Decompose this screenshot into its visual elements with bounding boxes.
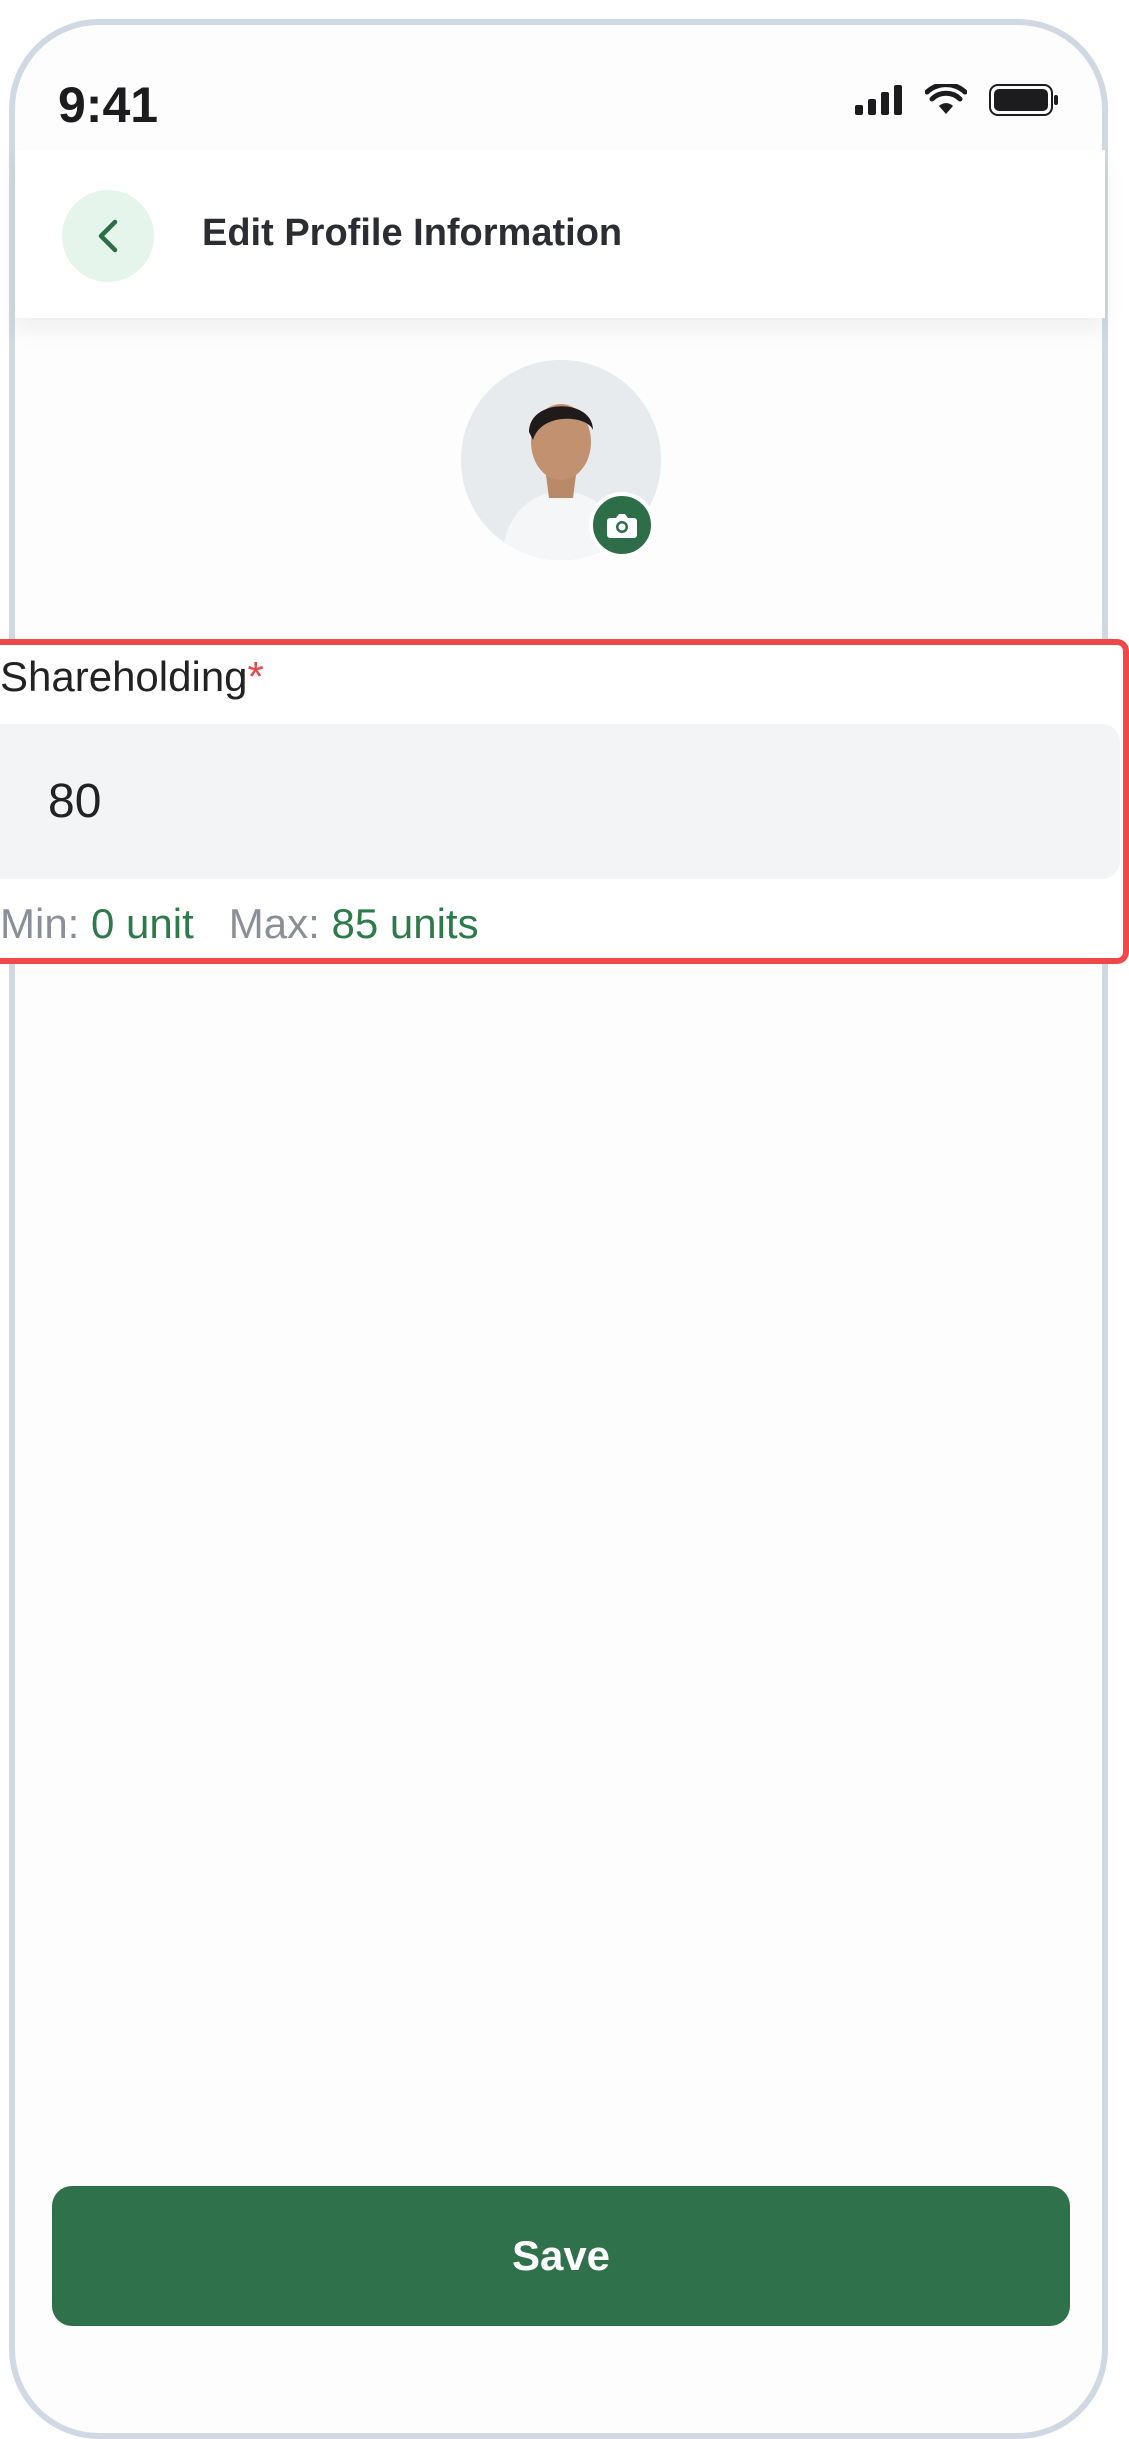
camera-icon — [607, 514, 637, 538]
shareholding-label-text: Shareholding — [0, 653, 248, 700]
max-label: Max: — [228, 900, 320, 947]
wifi-icon — [925, 84, 967, 114]
battery-icon — [989, 84, 1058, 116]
shareholding-label: Shareholding* — [0, 653, 264, 701]
required-asterisk: * — [247, 653, 264, 700]
shareholding-input[interactable]: 80 — [0, 724, 1120, 879]
shareholding-hint: Min: 0 unit Max: 85 units — [0, 900, 479, 948]
min-value: 0 unit — [91, 900, 194, 947]
save-button[interactable]: Save — [52, 2186, 1070, 2326]
back-button[interactable] — [62, 190, 154, 282]
app-header: Edit Profile Information — [15, 150, 1105, 318]
shareholding-value: 80 — [48, 775, 102, 828]
back-arrow-icon — [98, 219, 118, 253]
change-photo-button[interactable] — [589, 492, 655, 558]
max-value: 85 units — [331, 900, 479, 947]
status-icons — [855, 84, 1059, 116]
signal-icon — [855, 85, 902, 115]
status-time: 9:41 — [58, 77, 159, 133]
min-label: Min: — [0, 900, 80, 947]
page-title: Edit Profile Information — [202, 212, 623, 254]
